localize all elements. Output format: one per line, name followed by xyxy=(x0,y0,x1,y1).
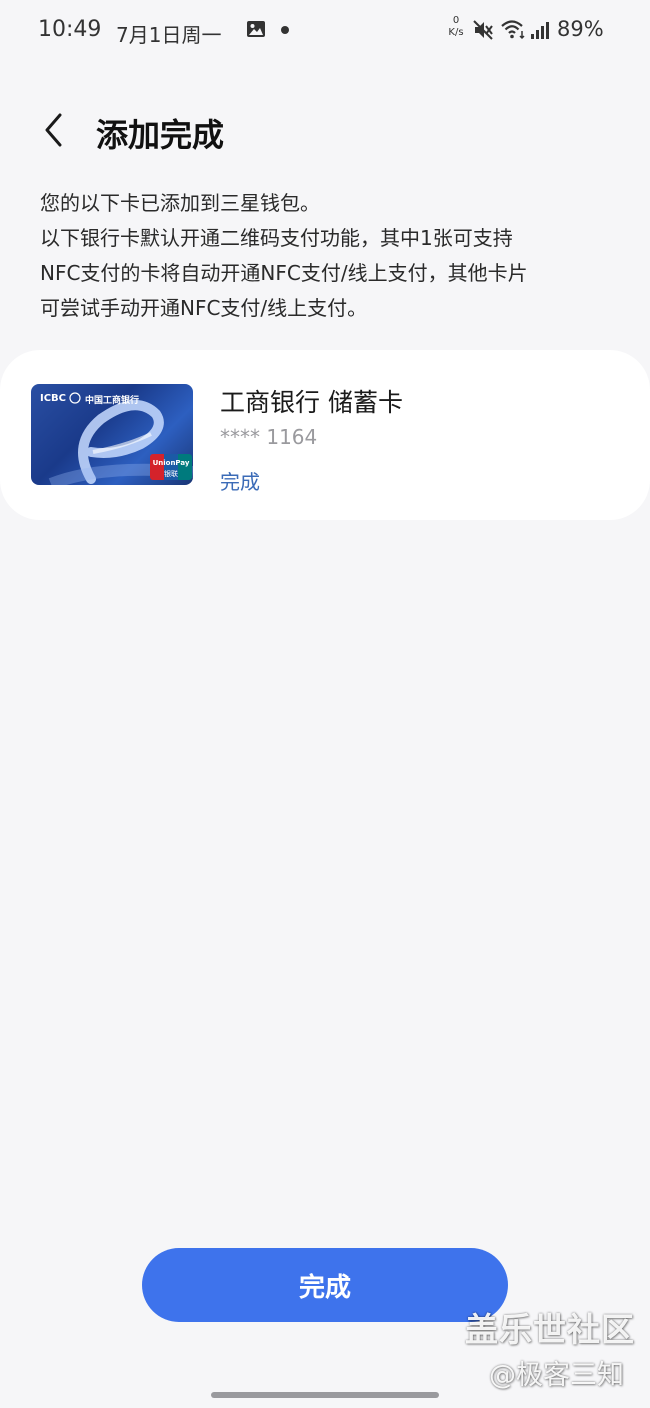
back-button[interactable] xyxy=(32,106,76,154)
description-line: 可尝试手动开通NFC支付/线上支付。 xyxy=(40,296,368,320)
mute-icon xyxy=(472,19,494,41)
unionpay-label-cn: 银联 xyxy=(164,470,178,478)
description-line: 您的以下卡已添加到三星钱包。 xyxy=(40,191,320,215)
card-name: 工商银行 储蓄卡 xyxy=(220,388,403,417)
home-indicator[interactable] xyxy=(211,1392,439,1398)
screen: 10:49 7月1日周一 0 K/s 89% 添加完成 您的以下卡已添加到三星钱… xyxy=(0,0,650,1408)
done-button[interactable]: 完成 xyxy=(142,1248,508,1322)
status-time: 10:49 xyxy=(38,17,102,42)
watermark-community: 盖乐世社区 xyxy=(465,1310,635,1349)
card-list-item[interactable]: ICBC 中国工商银行 UnionPay 银联 xyxy=(0,350,650,520)
unionpay-label: UnionPay xyxy=(152,459,190,467)
notification-dot-icon xyxy=(281,26,289,34)
card-bank-code: ICBC xyxy=(40,393,67,404)
description-line: 以下银行卡默认开通二维码支付功能，其中1张可支持 xyxy=(40,226,513,250)
chevron-left-icon xyxy=(45,113,62,147)
description-line: NFC支付的卡将自动开通NFC支付/线上支付，其他卡片 xyxy=(40,261,528,285)
net-speed: 0 K/s xyxy=(445,15,467,39)
net-speed-value: 0 xyxy=(452,15,460,26)
status-date: 7月1日周一 xyxy=(116,23,222,47)
description: 您的以下卡已添加到三星钱包。 以下银行卡默认开通二维码支付功能，其中1张可支持 … xyxy=(40,186,630,326)
bank-card-image: ICBC 中国工商银行 UnionPay 银联 xyxy=(31,384,193,485)
card-bank-name: 中国工商银行 xyxy=(85,396,140,406)
watermark-author: @极客三知 xyxy=(489,1360,624,1391)
card-number: **** 1164 xyxy=(220,425,318,449)
wifi-icon xyxy=(500,18,526,40)
signal-icon xyxy=(530,20,550,40)
status-bar: 10:49 7月1日周一 0 K/s 89% xyxy=(0,0,650,64)
net-speed-unit: K/s xyxy=(448,27,464,38)
gallery-icon xyxy=(246,20,266,38)
page-title: 添加完成 xyxy=(96,116,225,154)
battery-level: 89% xyxy=(557,17,604,41)
card-status: 完成 xyxy=(220,470,260,494)
